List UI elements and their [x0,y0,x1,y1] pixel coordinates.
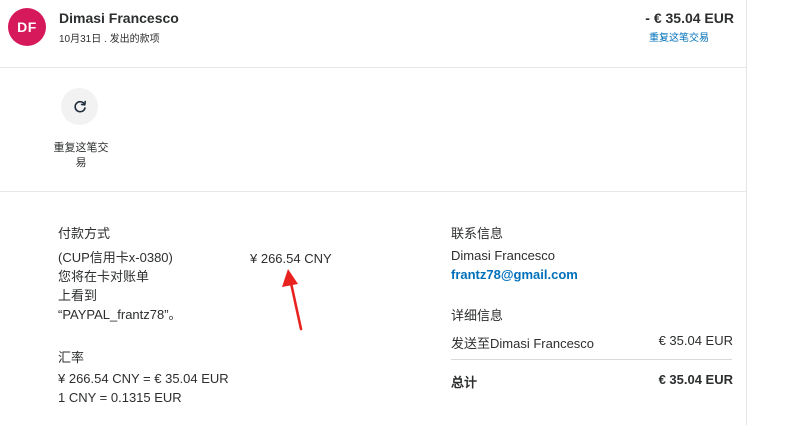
total-amount: € 35.04 EUR [658,372,733,387]
payment-method-note: 您将在卡对账单 [58,269,150,284]
exchange-rate-title: 汇率 [58,350,85,365]
header-divider [0,67,746,68]
payee-name: Dimasi Francesco [59,10,179,26]
payment-method-card: (CUP信用卡x-0380) [58,250,173,265]
details-sent-to: 发送至Dimasi Francesco [451,336,595,351]
exchange-rate-unit: 1 CNY = 0.1315 EUR [58,390,182,405]
contact-info-title: 联系信息 [451,226,504,241]
details-sent-amount: € 35.04 EUR [658,333,733,348]
repeat-transaction-label[interactable]: 重复这笔交易 [50,141,112,171]
transaction-subtitle: 10月31日 . 发出的款项 [59,34,160,45]
details-title: 详细信息 [451,308,504,323]
refresh-icon [73,100,86,112]
annotation-arrow [282,269,303,331]
repeat-transaction-button[interactable] [61,88,98,125]
payment-method-note-2: 上看到 [58,288,98,303]
details-divider [451,359,732,360]
transaction-amount: - € 35.04 EUR [645,10,734,26]
contact-name: Dimasi Francesco [451,248,556,263]
exchange-rate-conversion: ¥ 266.54 CNY = € 35.04 EUR [58,371,229,386]
actions-divider [0,191,746,192]
avatar: DF [8,8,46,46]
right-divider [746,0,747,425]
payment-amount: ¥ 266.54 CNY [250,251,332,266]
payment-method-title: 付款方式 [58,226,111,241]
contact-email-link[interactable]: frantz78@gmail.com [451,267,578,282]
payment-descriptor: “PAYPAL_frantz78”。 [58,307,182,322]
total-label: 总计 [451,375,478,390]
repeat-transaction-link[interactable]: 重复这笔交易 [649,29,709,44]
